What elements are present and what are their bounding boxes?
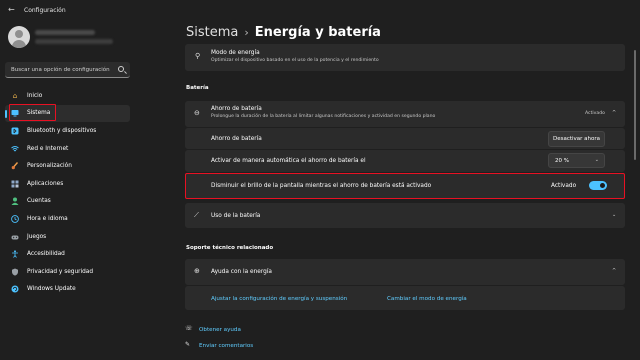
sidebar-item-label: Personalización bbox=[27, 163, 72, 170]
energy-help-title: Ayuda con la energía bbox=[211, 269, 272, 275]
account-icon bbox=[11, 197, 19, 206]
avatar[interactable] bbox=[8, 26, 30, 48]
user-name-redacted bbox=[35, 30, 95, 35]
auto-saver-threshold-value: 20 % bbox=[555, 158, 569, 164]
sidebar-highlight-box bbox=[9, 104, 56, 121]
auto-saver-label: Activar de manera automática el ahorro d… bbox=[211, 158, 366, 164]
sidebar-item-red[interactable]: Red e Internet bbox=[5, 140, 130, 158]
adjust-power-sleep-link[interactable]: Ajustar la configuración de energía y su… bbox=[211, 296, 347, 302]
change-power-mode-link[interactable]: Cambiar el modo de energía bbox=[387, 296, 467, 302]
globe-icon: ⊕ bbox=[194, 267, 200, 275]
search-icon bbox=[118, 66, 124, 72]
home-icon: ⌂ bbox=[12, 91, 18, 100]
sidebar-item-label: Inicio bbox=[27, 92, 43, 99]
auto-saver-threshold-select[interactable]: 20 % ⌄ bbox=[548, 153, 605, 168]
power-mode-icon: ⚲ bbox=[195, 52, 201, 60]
deactivate-now-button[interactable]: Desactivar ahora bbox=[548, 131, 605, 147]
power-mode-title: Modo de energía bbox=[211, 50, 260, 56]
battery-saver-card[interactable]: ⊖ Ahorro de batería Prolongue la duració… bbox=[185, 101, 625, 127]
sidebar-item-label: Accesibilidad bbox=[27, 251, 65, 258]
globe-clock-icon bbox=[11, 215, 19, 223]
chevron-right-icon: › bbox=[244, 26, 249, 39]
chevron-down-icon: ⌄ bbox=[594, 157, 599, 163]
title-bar: ← Configuración bbox=[0, 0, 640, 22]
power-mode-subtitle: Optimizar el dispositivo basado en el us… bbox=[211, 58, 379, 63]
energy-help-links: Ajustar la configuración de energía y su… bbox=[185, 286, 625, 310]
scrollbar[interactable] bbox=[634, 50, 636, 160]
back-arrow-icon[interactable]: ← bbox=[8, 5, 15, 14]
sidebar-item-bluetooth[interactable]: Bluetooth y dispositivos bbox=[5, 122, 130, 140]
sidebar-item-personalizacion[interactable]: Personalización bbox=[5, 157, 130, 175]
battery-saver-subtitle: Prolongue la duración de la batería al l… bbox=[211, 114, 436, 119]
sidebar-item-aplicaciones[interactable]: Aplicaciones bbox=[5, 175, 130, 193]
battery-usage-card[interactable]: ⟋ Uso de la batería ⌄ bbox=[185, 203, 625, 228]
sidebar-item-label: Windows Update bbox=[27, 286, 76, 293]
breadcrumb: Sistema › Energía y batería bbox=[186, 25, 381, 40]
saver-now-label: Ahorro de batería bbox=[211, 136, 262, 142]
wifi-icon bbox=[11, 145, 19, 153]
dim-brightness-highlight-box bbox=[185, 173, 625, 199]
breadcrumb-parent[interactable]: Sistema bbox=[186, 25, 238, 40]
energy-help-card[interactable]: ⊕ Ayuda con la energía ^ bbox=[185, 259, 625, 285]
chevron-up-icon: ^ bbox=[612, 268, 617, 274]
sidebar-item-label: Aplicaciones bbox=[27, 180, 64, 187]
sidebar-item-label: Juegos bbox=[27, 233, 47, 240]
sidebar-item-inicio[interactable]: ⌂ Inicio bbox=[5, 87, 130, 105]
sidebar-item-windows-update[interactable]: Windows Update bbox=[5, 281, 130, 299]
gamepad-icon bbox=[11, 233, 19, 241]
sidebar-item-label: Hora e idioma bbox=[27, 215, 68, 222]
feedback-icon: ✎ bbox=[185, 341, 191, 348]
send-feedback-link[interactable]: Enviar comentarios bbox=[199, 343, 253, 349]
battery-saver-status: Activado bbox=[585, 111, 605, 116]
window-title: Configuración bbox=[24, 7, 66, 14]
shield-icon bbox=[11, 268, 19, 276]
sidebar-item-privacidad[interactable]: Privacidad y seguridad bbox=[5, 263, 130, 281]
sidebar-item-cuentas[interactable]: Cuentas bbox=[5, 193, 130, 211]
apps-icon bbox=[11, 180, 19, 188]
user-email-redacted bbox=[35, 39, 113, 44]
search-placeholder: Buscar una opción de configuración bbox=[11, 67, 110, 73]
brush-icon bbox=[11, 162, 19, 170]
bluetooth-icon bbox=[11, 127, 19, 135]
search-input[interactable]: Buscar una opción de configuración bbox=[5, 62, 130, 78]
update-icon bbox=[11, 285, 19, 293]
sidebar-item-accesibilidad[interactable]: Accesibilidad bbox=[5, 245, 130, 263]
power-mode-card[interactable]: ⚲ Modo de energía Optimizar el dispositi… bbox=[185, 44, 625, 71]
sidebar-item-label: Cuentas bbox=[27, 198, 51, 205]
page-title: Energía y batería bbox=[254, 25, 381, 40]
sidebar-item-juegos[interactable]: Juegos bbox=[5, 228, 130, 246]
support-heading: Soporte técnico relacionado bbox=[186, 245, 274, 251]
sidebar-item-label: Privacidad y seguridad bbox=[27, 268, 94, 275]
get-help-link[interactable]: Obtener ayuda bbox=[199, 327, 241, 333]
sidebar-item-hora[interactable]: Hora e idioma bbox=[5, 210, 130, 228]
chevron-up-icon[interactable]: ^ bbox=[612, 110, 616, 116]
battery-saver-icon: ⊖ bbox=[194, 109, 200, 117]
accessibility-icon bbox=[11, 250, 19, 258]
sidebar-item-label: Bluetooth y dispositivos bbox=[27, 127, 97, 134]
chart-icon: ⟋ bbox=[194, 211, 199, 219]
battery-usage-title: Uso de la batería bbox=[211, 213, 261, 219]
chevron-down-icon: ⌄ bbox=[612, 212, 617, 218]
battery-heading: Batería bbox=[186, 85, 209, 91]
battery-saver-title: Ahorro de batería bbox=[211, 106, 262, 112]
help-icon: ☏ bbox=[185, 325, 193, 332]
sidebar-item-label: Red e Internet bbox=[27, 145, 69, 152]
